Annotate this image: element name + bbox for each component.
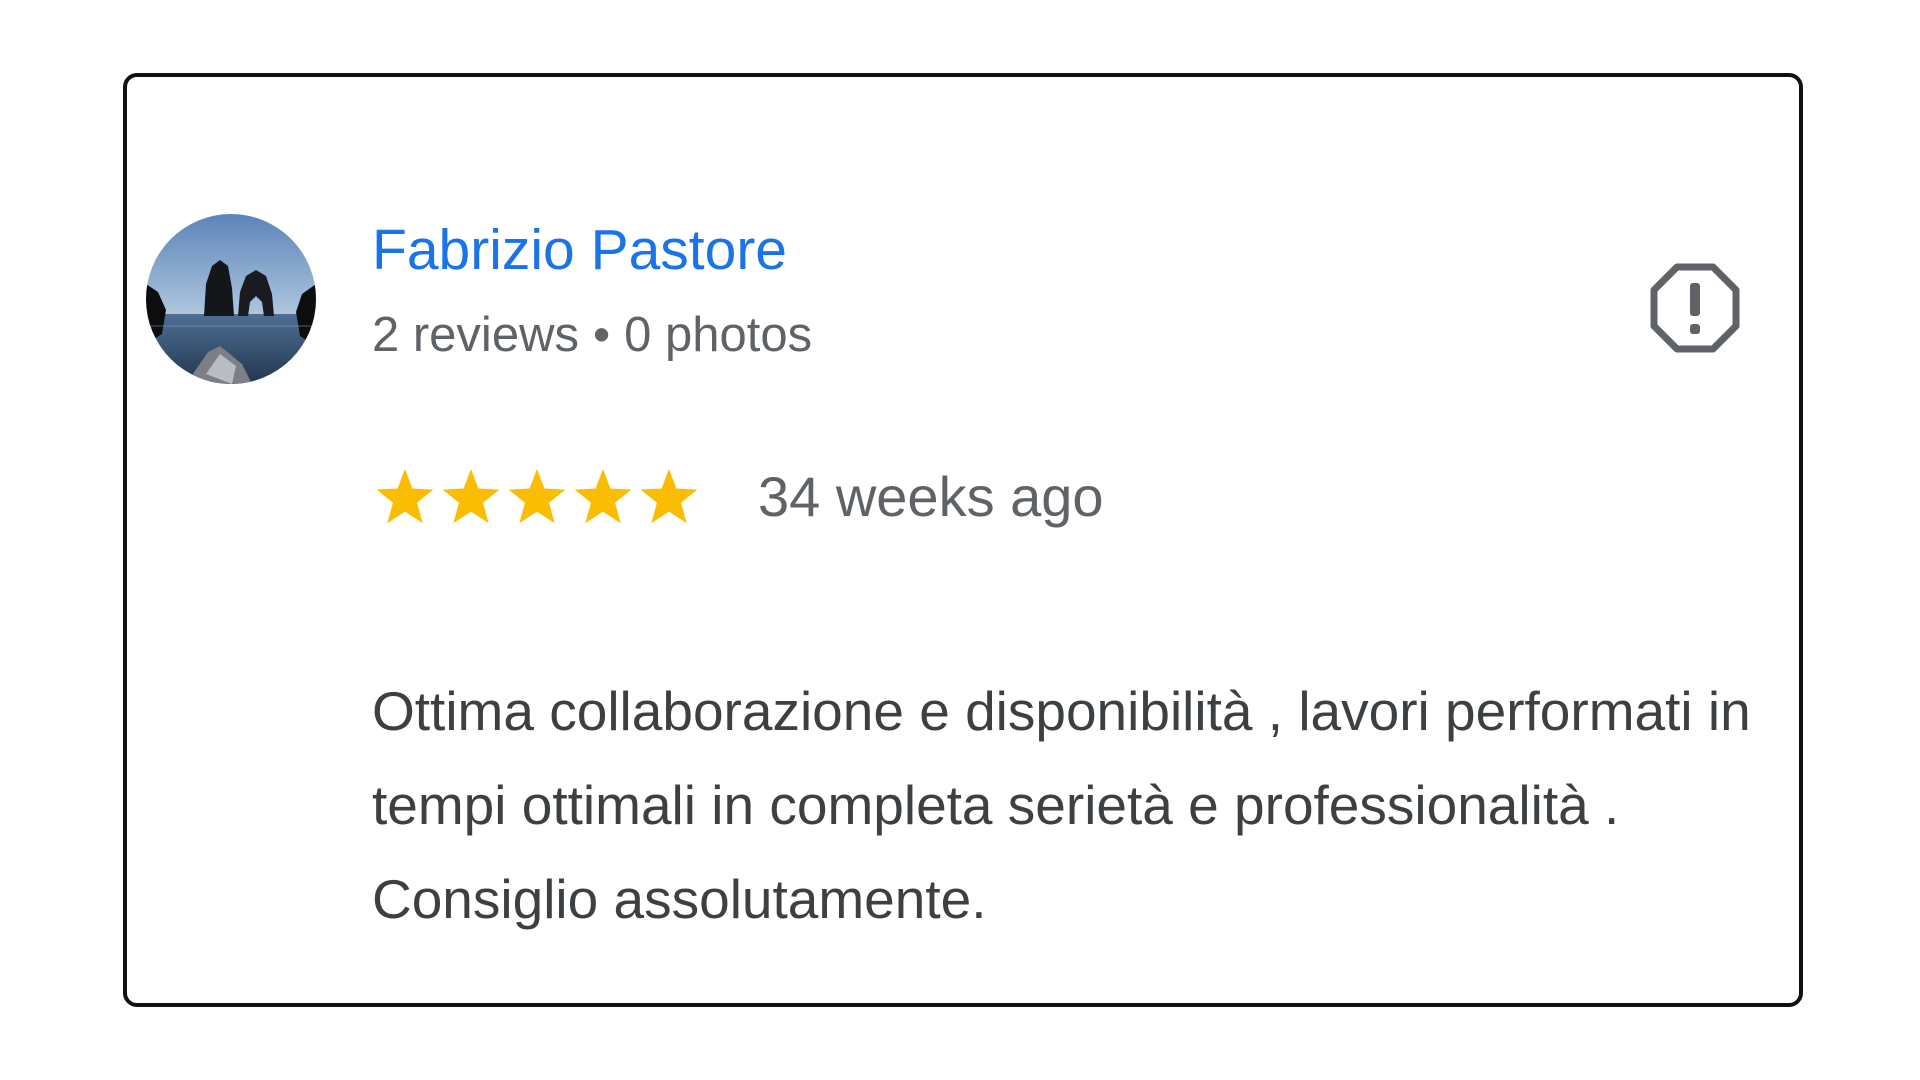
photos-count: 0 photos bbox=[624, 308, 813, 362]
star-filled-icon bbox=[574, 468, 632, 524]
review-text: Ottima collaborazione e disponibilità , … bbox=[372, 680, 1751, 930]
avatar-photo-icon bbox=[146, 214, 316, 384]
star-filled-icon bbox=[508, 468, 566, 524]
star-filled-icon bbox=[442, 468, 500, 524]
reviews-count: 2 reviews bbox=[372, 308, 579, 362]
author-name[interactable]: Fabrizio Pastore bbox=[372, 217, 787, 283]
report-review-button[interactable] bbox=[1649, 262, 1741, 354]
author-avatar[interactable] bbox=[146, 214, 316, 384]
star-rating bbox=[372, 464, 702, 530]
rating-row: 34 weeks ago bbox=[372, 462, 1104, 532]
author-meta: 2 reviews • 0 photos bbox=[372, 307, 812, 363]
meta-separator: • bbox=[592, 308, 611, 362]
star-filled-icon bbox=[376, 468, 434, 524]
report-flag-icon bbox=[1650, 263, 1740, 353]
star-filled-icon bbox=[640, 468, 698, 524]
review-card: Fabrizio Pastore 2 reviews • 0 photos 34 w… bbox=[123, 73, 1803, 1007]
review-date: 34 weeks ago bbox=[758, 465, 1104, 528]
